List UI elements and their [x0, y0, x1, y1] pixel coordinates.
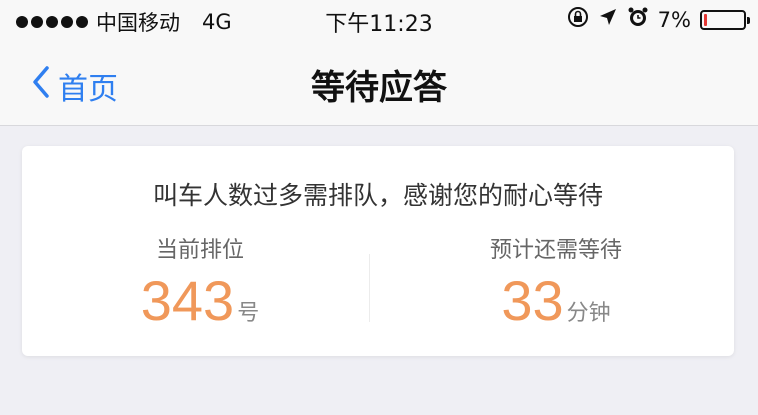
queue-position-unit: 号 [237, 301, 260, 326]
queue-card: 叫车人数过多需排队，感谢您的耐心等待 当前排位 343 号 预计还需等待 33 分钟 [22, 146, 734, 356]
location-arrow-icon [598, 7, 618, 32]
wait-time-value: 33 [501, 269, 564, 332]
queue-position: 当前排位 343 号 [22, 232, 378, 333]
wait-time-unit: 分钟 [566, 301, 611, 326]
battery-percent: 7% [657, 7, 691, 32]
status-bar: 中国移动 4G 下午11:23 7% [0, 0, 758, 40]
alarm-icon [627, 6, 649, 33]
wait-time-label: 预计还需等待 [489, 238, 622, 263]
divider [369, 254, 370, 322]
status-right: 7% [567, 6, 750, 33]
battery-icon [700, 9, 750, 30]
page-title: 等待应答 [311, 68, 447, 108]
orientation-lock-icon [567, 6, 589, 33]
wait-time: 预计还需等待 33 分钟 [378, 232, 734, 333]
queue-message: 叫车人数过多需排队，感谢您的耐心等待 [152, 181, 603, 210]
battery-fill [704, 13, 707, 26]
queue-position-value: 343 [140, 269, 235, 332]
queue-position-label: 当前排位 [155, 238, 244, 263]
nav-bar: 首页 等待应答 [0, 40, 758, 126]
